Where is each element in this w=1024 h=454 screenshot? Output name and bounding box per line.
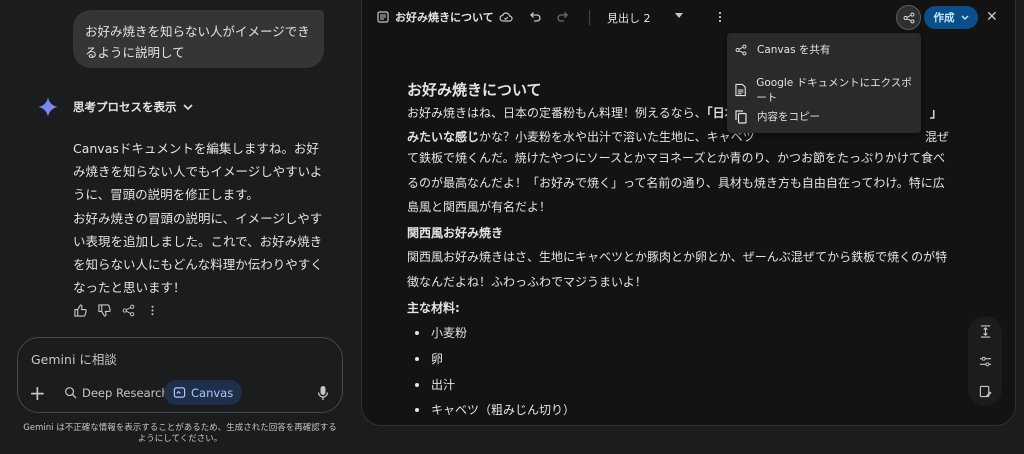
bullet	[415, 356, 419, 361]
intro-text-2: かな？小麦粉を水や出汁で溶いた生地に、キャベツ	[479, 130, 755, 144]
redo-icon[interactable]	[556, 10, 570, 24]
document-heading: お好み焼きについて	[407, 81, 542, 99]
list-item[interactable]: 卵	[415, 350, 443, 367]
show-thinking-toggle[interactable]: 思考プロセスを表示	[73, 99, 193, 115]
more-vert-icon[interactable]	[713, 10, 727, 24]
list-item[interactable]: 小麦粉	[415, 324, 467, 341]
docs-icon	[735, 83, 746, 97]
doc-title-text: お好み焼きについて	[395, 11, 494, 24]
bullet	[415, 407, 419, 412]
adjust-length-icon[interactable]	[979, 324, 992, 338]
toolbar-divider	[589, 10, 590, 25]
canvas-icon	[173, 387, 186, 398]
menu-item-export-docs[interactable]: Google ドキュメントにエクスポート	[735, 75, 921, 105]
menu-item-copy[interactable]: 内容をコピー	[735, 109, 820, 124]
intro-body[interactable]: て鉄板で焼くんだ。焼けたやつにソースとかマヨネーズとか青のり、かつお節をたっぷり…	[407, 146, 952, 220]
microphone-icon[interactable]	[316, 385, 330, 401]
menu-share-label: Canvas を共有	[757, 44, 831, 56]
menu-item-share-canvas[interactable]: Canvas を共有	[735, 42, 830, 57]
canvas-doc-title: お好み焼きについて	[377, 9, 494, 25]
response-paragraph-2: お好み焼きの冒頭の説明に、イメージしやすい表現を追加しました。これで、お好み焼き…	[73, 211, 323, 295]
cloud-sync-icon[interactable]	[499, 10, 513, 24]
canvas-label: Canvas	[191, 385, 234, 400]
response-paragraph-1: Canvasドキュメントを編集しますね。お好み焼きを知らない人でもイメージしやす…	[73, 141, 323, 202]
disclaimer-text: Gemini は不正確な情報を表示することがあるため、生成された回答を再確認する…	[23, 423, 337, 444]
ingredients-heading: 主な材料:	[407, 301, 460, 315]
gemini-spark-icon	[38, 97, 58, 117]
deep-research-label: Deep Research	[82, 385, 169, 400]
dropdown-caret-icon[interactable]	[675, 13, 683, 18]
add-icon[interactable]: +	[29, 383, 46, 403]
chevron-down-icon	[961, 15, 968, 20]
copy-icon	[735, 109, 747, 124]
more-options-icon[interactable]	[145, 303, 159, 317]
user-message-bubble: お好み焼きを知らない人がイメージできるように説明して	[73, 10, 324, 68]
create-label: 作成	[933, 12, 955, 24]
side-toolbar	[968, 316, 1002, 406]
share-icon[interactable]	[121, 303, 135, 317]
prompt-input-placeholder[interactable]: Gemini に相談	[31, 349, 117, 368]
heading-style-select[interactable]: 見出し 2	[607, 10, 651, 26]
response-actions	[73, 303, 159, 317]
intro-bold-2: みたいな感じ	[407, 130, 480, 144]
thumbs-up-icon[interactable]	[73, 303, 87, 317]
section-heading-kansai: 関西風お好み焼き	[407, 226, 504, 240]
share-icon	[735, 44, 747, 55]
thinking-label: 思考プロセスを表示	[73, 100, 177, 114]
menu-copy-label: 内容をコピー	[757, 111, 820, 123]
close-icon[interactable]: ✕	[986, 9, 998, 25]
undo-icon[interactable]	[528, 10, 542, 24]
share-button[interactable]	[896, 5, 921, 30]
document-icon	[377, 11, 389, 23]
bullet	[415, 330, 419, 335]
list-item[interactable]: 出汁	[415, 376, 455, 393]
edit-suggest-icon[interactable]	[979, 385, 992, 398]
share-icon	[903, 12, 914, 23]
create-button[interactable]: 作成	[924, 6, 978, 29]
section-text-kansai[interactable]: 関西風お好み焼きはさ、生地にキャベツとか豚肉とか卵とか、ぜーんぶ混ぜてから鉄板で…	[407, 245, 952, 294]
thumbs-down-icon[interactable]	[97, 303, 111, 317]
bullet	[415, 382, 419, 387]
canvas-chip[interactable]: Canvas	[164, 380, 243, 405]
menu-export-label: Google ドキュメントにエクスポート	[756, 77, 912, 104]
chevron-down-icon	[182, 104, 193, 111]
deep-research-icon	[65, 387, 77, 399]
list-item[interactable]: キャベツ（粗みじん切り）	[415, 401, 575, 418]
deep-research-chip[interactable]: Deep Research	[55, 380, 178, 405]
share-menu: Canvas を共有 Google ドキュメントにエクスポート 内容をコピー	[727, 33, 921, 133]
intro-text: お好み焼きはね、日本の定番粉もん料理！例えるなら、	[407, 106, 707, 120]
tune-icon[interactable]	[979, 355, 992, 368]
intro-bold-close: 」	[930, 106, 943, 120]
